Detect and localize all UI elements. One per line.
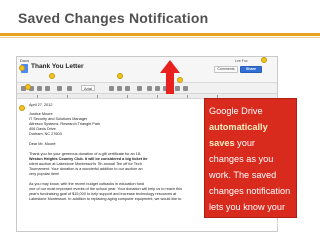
doc-line: year's fundraising goal of $15,000 to he… <box>29 192 177 196</box>
doc-line: Durham, NC 27603 <box>29 132 62 136</box>
ruler-tick <box>127 95 128 98</box>
doc-line: Lakestone Montessori. In addition to rep… <box>29 197 182 201</box>
callout-text-2: your changes as you work. The saved chan… <box>209 138 291 240</box>
docs-header: Docs Thank You Letter ☆ Lee Fox Comments… <box>17 57 277 88</box>
marker-dot-icon <box>177 77 183 83</box>
doc-line: Thank you for your generous donation of … <box>29 152 142 156</box>
doc-line: IT Security and Solutions Manager <box>29 117 88 121</box>
title-underline <box>0 33 320 36</box>
marker-dot-icon <box>19 105 25 111</box>
doc-line: very popular item! <box>29 172 60 176</box>
underline-icon[interactable] <box>125 86 130 91</box>
star-icon[interactable]: ☆ <box>79 63 84 70</box>
italic-icon[interactable] <box>117 86 122 91</box>
ruler-tick <box>67 95 68 98</box>
comments-button[interactable]: Comments <box>214 66 238 73</box>
doc-line: one of our most important events of the … <box>29 187 183 191</box>
share-button[interactable]: Share <box>240 66 262 73</box>
formatting-toolbar: Arial <box>17 83 277 94</box>
ruler-tick <box>157 95 158 98</box>
doc-line: Tournament. Your donation is a wonderful… <box>29 167 143 171</box>
doc-line: Alfresco Systems, Research Triangle Park <box>29 122 101 126</box>
doc-line: Weston Heights Country Club. It will be … <box>29 157 148 161</box>
link-icon[interactable] <box>137 86 142 91</box>
document-page[interactable]: April 27, 2012 Justice Moore IT Security… <box>25 102 230 231</box>
marker-dot-icon <box>19 65 25 71</box>
align-left-icon[interactable] <box>147 86 152 91</box>
user-account[interactable]: Lee Fox <box>235 59 248 63</box>
marker-dot-icon <box>117 73 123 79</box>
ruler-tick <box>37 95 38 98</box>
app-name: Docs <box>20 58 30 63</box>
marker-dot-icon <box>25 84 31 90</box>
paint-format-icon[interactable] <box>45 86 50 91</box>
saved-changes-callout: Google Drive automatically saves your ch… <box>204 98 297 240</box>
document-title[interactable]: Thank You Letter <box>31 63 84 70</box>
slide-title: Saved Changes Notification <box>18 10 209 26</box>
doc-line: As you may know, with the recent budget … <box>29 182 145 186</box>
doc-line: Justice Moore <box>29 112 53 116</box>
bold-icon[interactable] <box>109 86 114 91</box>
doc-line: silent auction at Lakestone Montessori's… <box>29 162 142 166</box>
doc-line: April 27, 2012 <box>29 103 53 107</box>
marker-dot-icon <box>49 73 55 79</box>
zoom-icon[interactable] <box>57 86 62 91</box>
callout-text-1: Google Drive <box>209 106 263 116</box>
marker-dot-icon <box>261 57 267 63</box>
redo-icon[interactable] <box>37 86 42 91</box>
title-underline-thin <box>0 37 320 38</box>
bulleted-list-icon[interactable] <box>183 86 188 91</box>
style-icon[interactable] <box>67 86 72 91</box>
ruler-tick <box>97 95 98 98</box>
doc-line: Dear Mr. Moore: <box>29 142 57 146</box>
doc-line: 406 Davis Drive <box>29 127 56 131</box>
ruler-tick <box>187 95 188 98</box>
arrow-shaft <box>166 72 174 94</box>
font-select[interactable]: Arial <box>81 85 96 91</box>
align-center-icon[interactable] <box>155 86 160 91</box>
numbered-list-icon[interactable] <box>175 86 180 91</box>
